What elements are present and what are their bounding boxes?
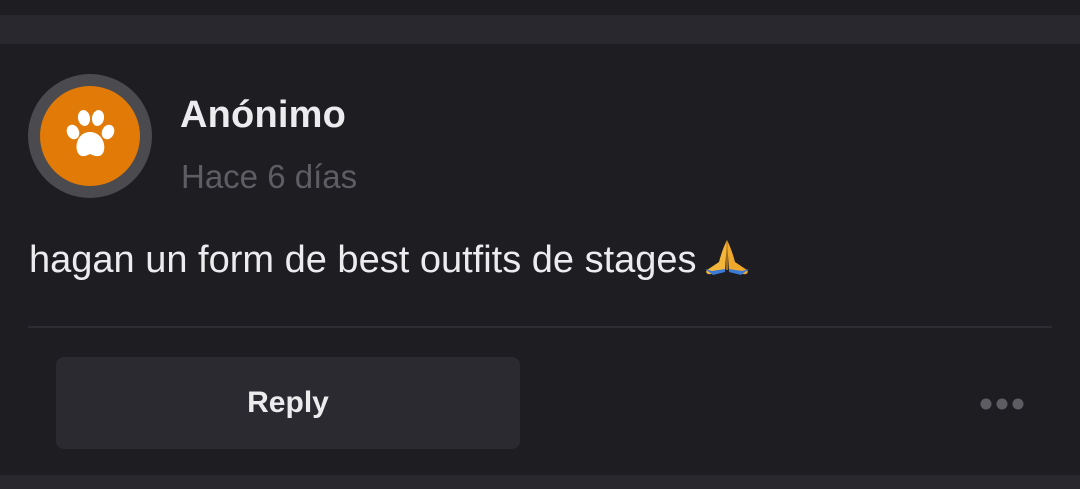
reply-button[interactable]: Reply	[56, 357, 520, 449]
comment-text: hagan un form de best outfits de stages	[29, 239, 697, 281]
reply-label: Reply	[247, 386, 329, 419]
folded-hands-icon	[703, 236, 751, 286]
comment-author[interactable]: Anónimo	[180, 94, 346, 137]
more-dots-icon	[980, 398, 1024, 410]
comment-timestamp: Hace 6 días	[181, 158, 358, 195]
more-options-button[interactable]	[972, 384, 1032, 424]
comment-body: hagan un form de best outfits de stages	[29, 236, 751, 286]
top-strip	[0, 0, 1080, 15]
paw-icon	[66, 110, 115, 157]
separator-band-bottom	[0, 475, 1080, 489]
avatar[interactable]	[28, 74, 152, 198]
divider	[28, 326, 1052, 328]
avatar-circle	[40, 86, 140, 186]
separator-band	[0, 15, 1080, 44]
